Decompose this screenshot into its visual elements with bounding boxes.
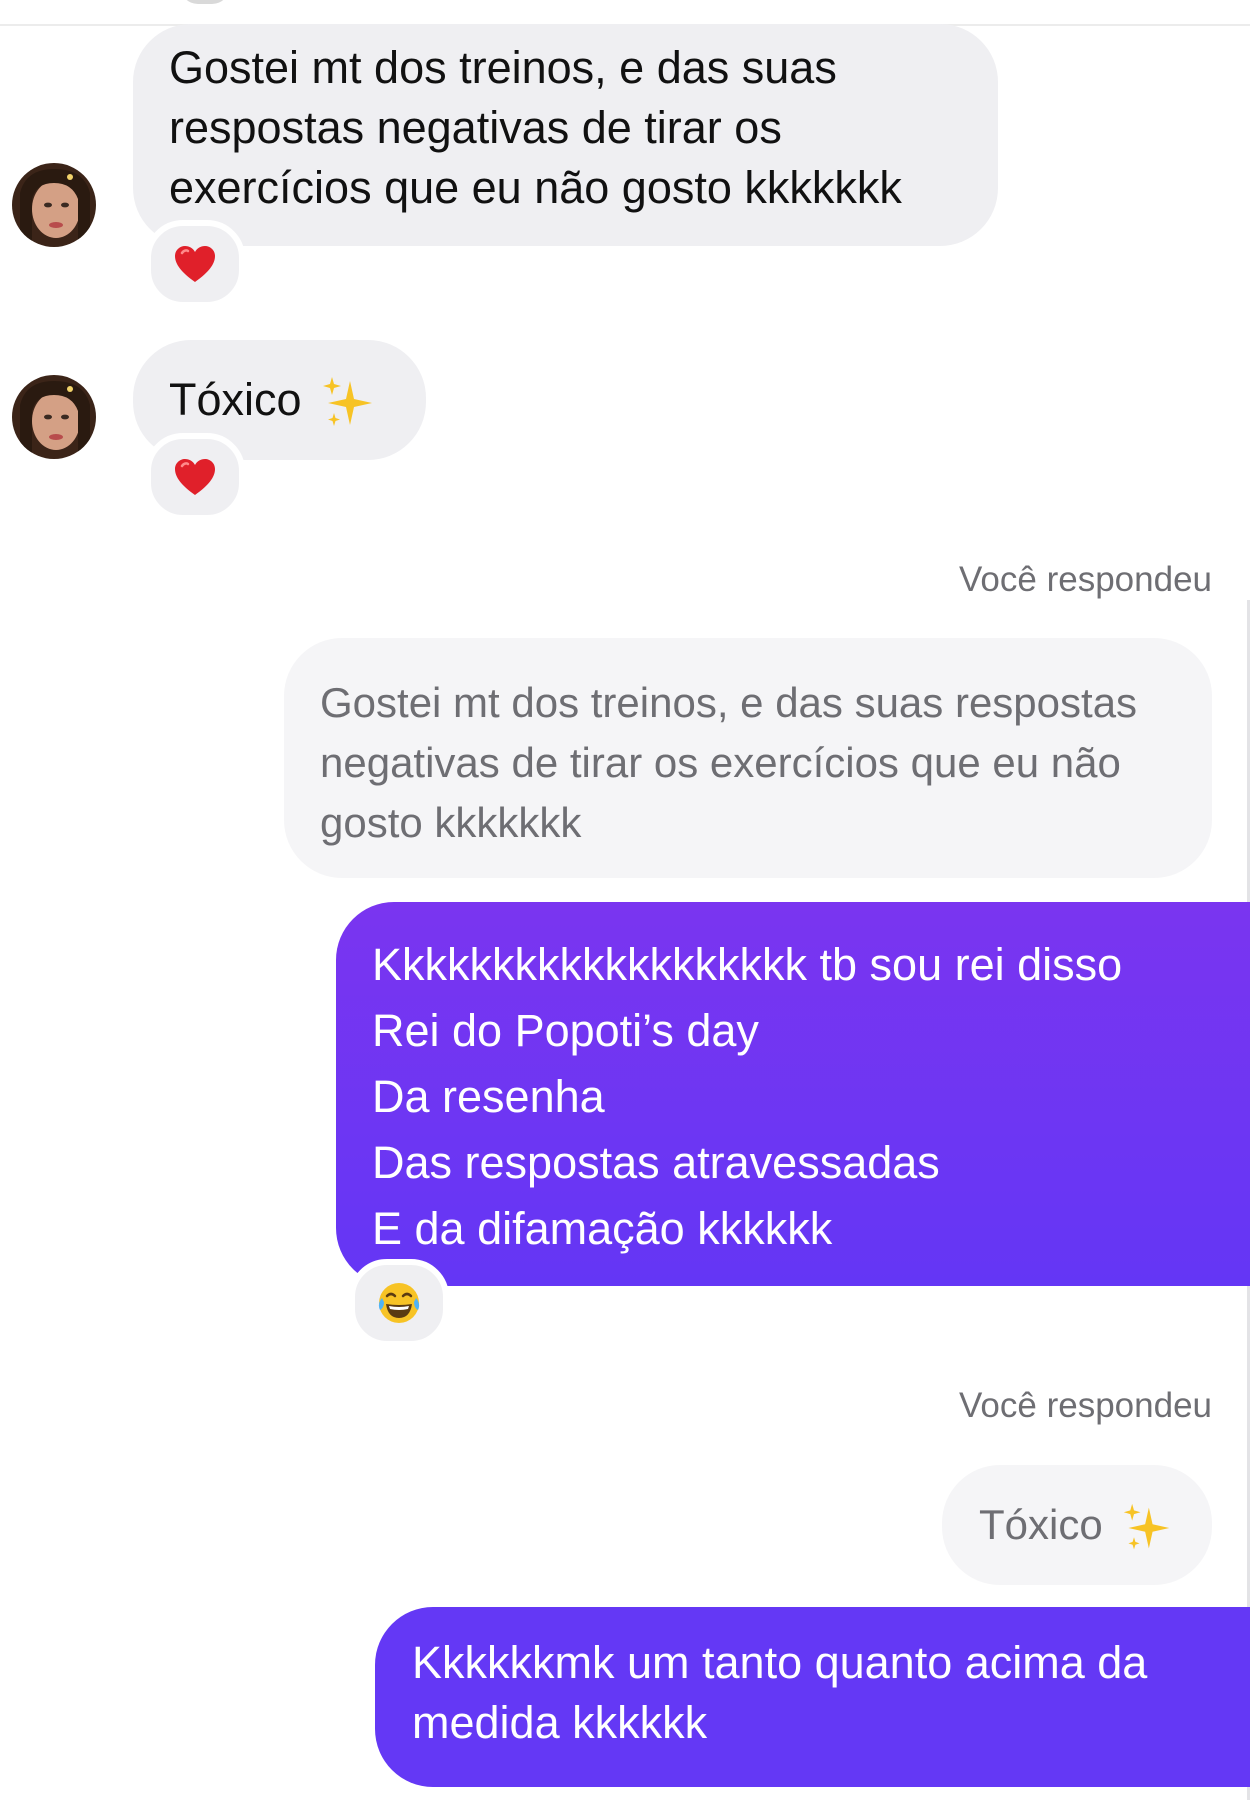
quoted-line: gosto kkkkkkk — [320, 799, 582, 846]
quoted-message-bubble[interactable]: Gostei mt dos treinos, e das suas respos… — [284, 638, 1212, 878]
message-line: Kkkkkkkkkkkkkkkkkkk tb sou rei disso — [372, 939, 1123, 990]
sparkles-icon — [320, 375, 376, 431]
quoted-line: Gostei mt dos treinos, e das suas respos… — [320, 679, 1138, 726]
reaction-badge[interactable] — [349, 1259, 449, 1347]
message-text: Tóxico — [169, 374, 302, 425]
outgoing-message-bubble[interactable]: Kkkkkkkkkkkkkkkkkkk tb sou rei disso Rei… — [336, 902, 1250, 1286]
contact-avatar[interactable] — [12, 375, 96, 459]
message-line: Da resenha — [372, 1071, 605, 1122]
contact-avatar[interactable] — [12, 163, 96, 247]
sparkles-icon — [1121, 1502, 1173, 1554]
contact-avatar-image — [12, 375, 96, 459]
quoted-message-bubble[interactable]: Tóxico — [942, 1465, 1212, 1585]
red-heart-icon — [175, 246, 215, 282]
message-line: Rei do Popoti’s day — [372, 1005, 759, 1056]
replied-label: Você respondeu — [959, 1386, 1212, 1425]
message-line: Gostei mt dos treinos, e das suas — [169, 42, 837, 93]
reaction-badge[interactable] — [145, 433, 245, 521]
message-line: Das respostas atravessadas — [372, 1137, 940, 1188]
quoted-text: Tóxico — [979, 1501, 1103, 1548]
incoming-message-bubble[interactable]: Gostei mt dos treinos, e das suas respos… — [133, 24, 998, 246]
message-line: E da difamação kkkkkk — [372, 1203, 833, 1254]
message-line: respostas negativas de tirar os — [169, 102, 782, 153]
message-line: medida kkkkkk — [412, 1697, 708, 1748]
contact-avatar-image — [12, 163, 96, 247]
outgoing-message-bubble[interactable]: Kkkkkkmk um tanto quanto acima da medida… — [375, 1607, 1250, 1787]
replied-label: Você respondeu — [959, 560, 1212, 599]
quoted-line: negativas de tirar os exercícios que eu … — [320, 739, 1121, 786]
message-line: exercícios que eu não gosto kkkkkkk — [169, 162, 902, 213]
message-line: Kkkkkkmk um tanto quanto acima da — [412, 1637, 1148, 1688]
laughing-tears-icon — [378, 1283, 420, 1323]
previous-avatar-edge — [180, 0, 230, 4]
red-heart-icon — [175, 459, 215, 495]
reaction-badge[interactable] — [145, 220, 245, 308]
